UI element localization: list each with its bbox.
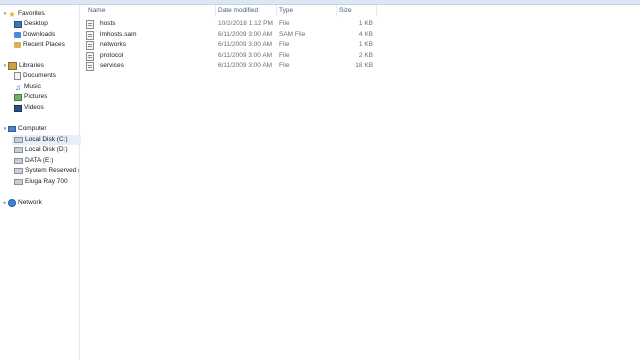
file-date: 10/2/2018 1:12 PM bbox=[218, 20, 273, 27]
column-header-name[interactable]: Name bbox=[88, 5, 105, 17]
nav-item-label: Local Disk (C:) bbox=[25, 136, 68, 143]
nav-item-label: Pictures bbox=[24, 93, 48, 100]
file-date: 6/11/2009 3:00 AM bbox=[218, 41, 273, 48]
file-icon bbox=[86, 51, 94, 61]
file-size: 2 KB bbox=[358, 52, 373, 59]
file-row[interactable]: protocol 6/11/2009 3:00 AM File 2 KB bbox=[86, 51, 376, 61]
nav-item-label: System Reserved (G:) bbox=[25, 167, 79, 174]
file-name: hosts bbox=[100, 20, 116, 27]
file-name-cell: lmhosts.sam bbox=[86, 30, 136, 40]
videos-icon bbox=[14, 104, 22, 112]
file-row[interactable]: lmhosts.sam 6/11/2009 3:00 AM SAM File 4… bbox=[86, 30, 376, 40]
file-icon bbox=[86, 30, 94, 40]
file-icon bbox=[86, 61, 94, 71]
file-type: File bbox=[279, 62, 290, 69]
nav-favorites-label: Favorites bbox=[18, 10, 45, 17]
file-row[interactable]: services 6/11/2009 3:00 AM File 18 KB bbox=[86, 61, 376, 71]
star-icon: ★ bbox=[8, 9, 16, 19]
nav-item-label: Videos bbox=[24, 104, 44, 111]
file-date: 6/11/2009 3:00 AM bbox=[218, 62, 273, 69]
nav-item-label: Eluga Ray 700 bbox=[25, 178, 68, 185]
nav-item-label: Music bbox=[24, 83, 41, 90]
nav-item-local-disk-d[interactable]: Local Disk (D:) bbox=[14, 145, 68, 155]
file-type: File bbox=[279, 20, 290, 27]
nav-computer-label: Computer bbox=[18, 125, 47, 132]
pictures-icon bbox=[14, 93, 22, 101]
nav-item-label: Documents bbox=[23, 72, 56, 79]
file-date: 6/11/2009 3:00 AM bbox=[218, 52, 273, 59]
file-name: lmhosts.sam bbox=[100, 31, 137, 38]
file-date: 6/11/2009 3:00 AM bbox=[218, 31, 273, 38]
file-type: File bbox=[279, 41, 290, 48]
file-row[interactable]: networks 6/11/2009 3:00 AM File 1 KB bbox=[86, 40, 376, 50]
column-divider[interactable] bbox=[276, 5, 277, 17]
computer-icon bbox=[8, 126, 16, 132]
nav-item-system-reserved[interactable]: System Reserved (G:) bbox=[14, 166, 79, 176]
nav-item-pictures[interactable]: Pictures bbox=[14, 92, 47, 102]
nav-computer[interactable]: ▾ Computer bbox=[2, 124, 47, 134]
column-divider[interactable] bbox=[376, 5, 377, 17]
nav-item-recent-places[interactable]: Recent Places bbox=[14, 40, 65, 50]
column-header-type[interactable]: Type bbox=[279, 5, 293, 17]
nav-item-documents[interactable]: Documents bbox=[14, 71, 56, 81]
nav-item-local-disk-c[interactable]: Local Disk (C:) bbox=[12, 135, 81, 145]
file-name-cell: hosts bbox=[86, 19, 116, 29]
column-divider[interactable] bbox=[215, 5, 216, 17]
file-icon bbox=[86, 40, 94, 50]
music-icon: ♫ bbox=[15, 82, 21, 92]
network-icon bbox=[8, 199, 16, 207]
drive-icon bbox=[14, 147, 23, 153]
nav-network-label: Network bbox=[18, 199, 42, 206]
drive-icon bbox=[14, 137, 23, 143]
file-name-cell: services bbox=[86, 61, 124, 71]
nav-item-label: Recent Places bbox=[23, 41, 65, 48]
downloads-icon bbox=[14, 32, 21, 38]
file-name-cell: networks bbox=[86, 40, 126, 50]
file-name: services bbox=[100, 62, 124, 69]
nav-item-videos[interactable]: Videos bbox=[14, 103, 44, 113]
documents-icon bbox=[14, 72, 21, 80]
nav-item-label: Local Disk (D:) bbox=[25, 146, 68, 153]
file-name: networks bbox=[100, 41, 127, 48]
column-header-date-modified[interactable]: Date modified bbox=[218, 5, 258, 17]
nav-network[interactable]: ▸ Network bbox=[2, 198, 42, 208]
nav-item-label: DATA (E:) bbox=[25, 157, 54, 164]
file-type: File bbox=[279, 52, 290, 59]
library-icon bbox=[8, 62, 17, 70]
file-size: 18 KB bbox=[355, 62, 373, 69]
column-header-size[interactable]: Size bbox=[339, 5, 352, 17]
drive-icon bbox=[14, 168, 23, 174]
drive-icon bbox=[14, 158, 23, 164]
file-name-cell: protocol bbox=[86, 51, 123, 61]
recent-places-icon bbox=[14, 42, 21, 48]
nav-item-label: Desktop bbox=[24, 20, 48, 27]
nav-item-music[interactable]: ♫ Music bbox=[14, 82, 41, 92]
file-row[interactable]: hosts 10/2/2018 1:12 PM File 1 KB bbox=[86, 19, 376, 29]
file-name: protocol bbox=[100, 52, 124, 59]
navigation-pane[interactable]: ▾ ★ Favorites Desktop Downloads Recent P… bbox=[0, 5, 81, 360]
file-size: 1 KB bbox=[358, 41, 373, 48]
file-size: 1 KB bbox=[358, 20, 373, 27]
nav-item-label: Downloads bbox=[23, 31, 56, 38]
file-type: SAM File bbox=[279, 31, 306, 38]
nav-item-eluga-ray-700[interactable]: Eluga Ray 700 bbox=[14, 177, 68, 187]
file-icon bbox=[86, 19, 94, 29]
file-size: 4 KB bbox=[358, 31, 373, 38]
phone-device-icon bbox=[14, 179, 23, 185]
nav-item-downloads[interactable]: Downloads bbox=[14, 30, 55, 40]
nav-item-desktop[interactable]: Desktop bbox=[14, 19, 48, 29]
column-divider[interactable] bbox=[336, 5, 337, 17]
nav-libraries[interactable]: ▾ Libraries bbox=[2, 61, 44, 71]
desktop-icon bbox=[14, 20, 22, 28]
nav-libraries-label: Libraries bbox=[19, 62, 44, 69]
nav-item-data-e[interactable]: DATA (E:) bbox=[14, 156, 53, 166]
nav-favorites[interactable]: ▾ ★ Favorites bbox=[2, 9, 45, 19]
